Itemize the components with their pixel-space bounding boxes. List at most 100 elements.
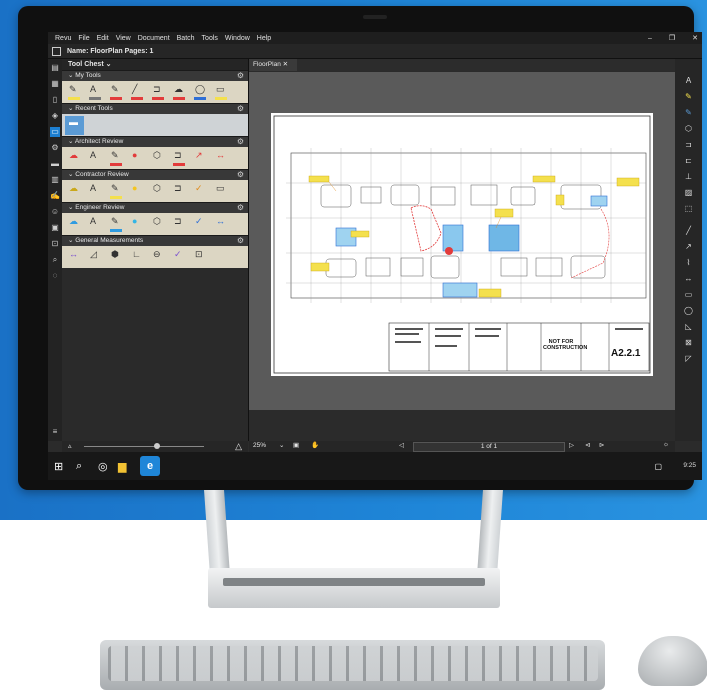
dimension-icon[interactable]: ↔ xyxy=(683,273,694,284)
tool-text-box[interactable]: A xyxy=(86,83,105,102)
gear-icon[interactable]: ⚙ xyxy=(237,137,244,147)
tool-stamp-yellow[interactable]: ▭ xyxy=(212,182,231,201)
tool-volume[interactable]: ✓ xyxy=(170,248,189,267)
section-recent-tools[interactable]: ⌄ Recent Tools ⚙ xyxy=(62,103,248,114)
tool-chest-icon[interactable]: ▭ xyxy=(50,127,60,137)
tool-callout-blue[interactable]: ⊐ xyxy=(170,215,189,234)
slider-track[interactable] xyxy=(84,446,204,447)
close-icon[interactable]: ✕ xyxy=(692,34,698,42)
document-icon[interactable] xyxy=(52,46,61,56)
sketch-icon[interactable]: ◸ xyxy=(683,353,694,364)
tool-ellipse[interactable]: ◯ xyxy=(191,83,210,102)
area-icon[interactable]: ⊠ xyxy=(683,337,694,348)
section-general-measurements[interactable]: ⌄ General Measurements ⚙ xyxy=(62,235,248,246)
forward-icon[interactable]: ⊳ xyxy=(599,441,604,449)
studio-icon[interactable]: ☺ xyxy=(50,207,60,217)
search-icon[interactable]: ⌕ xyxy=(76,460,82,473)
tool-highlight[interactable]: ✎ xyxy=(65,83,84,102)
prev-page-icon[interactable]: ◁ xyxy=(399,441,404,449)
floor-plan-sheet[interactable]: NOT FOR CONSTRUCTION A2.2.1 xyxy=(271,113,653,376)
markups-icon[interactable]: ▬ xyxy=(50,159,60,169)
menu-file[interactable]: File xyxy=(78,35,89,42)
tool-area[interactable]: ◿ xyxy=(86,248,105,267)
snapshot-icon[interactable]: ⬚ xyxy=(683,203,694,214)
menu-view[interactable]: View xyxy=(116,35,131,42)
image-icon[interactable]: ▨ xyxy=(683,187,694,198)
tool-angle[interactable]: ∟ xyxy=(128,248,147,267)
document-canvas[interactable]: NOT FOR CONSTRUCTION A2.2.1 xyxy=(249,72,675,410)
tool-cloud[interactable]: ☁ xyxy=(170,83,189,102)
menu-window[interactable]: Window xyxy=(225,35,250,42)
stamp-icon[interactable]: ⊥ xyxy=(683,171,694,182)
tool-highlight-blue[interactable]: ✎ xyxy=(107,215,126,234)
revu-app-icon[interactable]: e xyxy=(140,456,160,476)
tool-callout[interactable]: ⊐ xyxy=(149,83,168,102)
bookmarks-icon[interactable]: ▯ xyxy=(50,95,60,105)
section-engineer-review[interactable]: ⌄ Engineer Review ⚙ xyxy=(62,202,248,213)
tool-callout-red[interactable]: ⊐ xyxy=(170,149,189,168)
tool-text-yellow[interactable]: A xyxy=(86,182,105,201)
notification-icon[interactable]: ▢ xyxy=(654,462,662,471)
menu-document[interactable]: Document xyxy=(138,35,170,42)
tool-check-yellow[interactable]: ✓ xyxy=(191,182,210,201)
tool-callout-yellow[interactable]: ⊐ xyxy=(170,182,189,201)
section-my-tools[interactable]: ⌄ My Tools ⚙ xyxy=(62,70,248,81)
settings-icon[interactable]: ⚙ xyxy=(50,143,60,153)
gear-icon[interactable]: ⚙ xyxy=(237,236,244,246)
tool-circle-red[interactable]: ● xyxy=(128,149,147,168)
tool-size-slider[interactable]: ▵ △ xyxy=(62,441,248,452)
signature-icon[interactable]: ✍ xyxy=(50,191,60,201)
tool-diameter[interactable]: ⊖ xyxy=(149,248,168,267)
tool-highlight-yellow[interactable]: ✎ xyxy=(107,182,126,201)
ellipse-icon[interactable]: ◯ xyxy=(683,305,694,316)
tab-close-icon[interactable]: ✕ xyxy=(283,61,288,68)
menu-edit[interactable]: Edit xyxy=(97,35,109,42)
gear-icon[interactable]: ⚙ xyxy=(237,104,244,114)
measure-icon[interactable]: ▥ xyxy=(50,175,60,185)
tool-perimeter[interactable]: ⊡ xyxy=(191,248,210,267)
tool-dimension-blue[interactable]: ↔ xyxy=(212,215,231,234)
menu-tools[interactable]: Tools xyxy=(202,35,218,42)
gear-icon[interactable]: ⚙ xyxy=(237,203,244,213)
links-icon[interactable]: ⊡ xyxy=(50,239,60,249)
print-icon[interactable]: ▣ xyxy=(50,223,60,233)
next-page-icon[interactable]: ▷ xyxy=(569,441,574,449)
polyline-icon[interactable]: ⌇ xyxy=(683,257,694,268)
textbox-icon[interactable]: ⊏ xyxy=(683,155,694,166)
menu-help[interactable]: Help xyxy=(257,35,271,42)
tool-text[interactable]: A xyxy=(86,149,105,168)
tool-chest-title[interactable]: Tool Chest ⌄ xyxy=(62,59,248,70)
fit-page-icon[interactable]: ▣ xyxy=(293,441,299,449)
layers-icon[interactable]: ◈ xyxy=(50,111,60,121)
page-indicator[interactable]: 1 of 1 xyxy=(413,442,565,452)
menu-batch[interactable]: Batch xyxy=(177,35,195,42)
tool-line[interactable]: ╱ xyxy=(128,83,147,102)
tool-pen[interactable]: ✎ xyxy=(107,83,126,102)
tab-floorplan[interactable]: FloorPlan ✕ xyxy=(249,59,297,71)
tool-highlight-red[interactable]: ✎ xyxy=(107,149,126,168)
section-architect-review[interactable]: ⌄ Architect Review ⚙ xyxy=(62,136,248,147)
arrow-icon[interactable]: ↗ xyxy=(683,241,694,252)
properties-icon[interactable]: ▤ xyxy=(50,63,60,73)
tool-cloud-red[interactable]: ☁ xyxy=(65,149,84,168)
line-icon[interactable]: ╱ xyxy=(683,225,694,236)
tool-polygon[interactable]: ⬡ xyxy=(149,149,168,168)
polygon-icon[interactable]: ◺ xyxy=(683,321,694,332)
menu-revu[interactable]: Revu xyxy=(55,35,71,42)
tool-count[interactable]: ⬢ xyxy=(107,248,126,267)
tool-circle-blue[interactable]: ● xyxy=(128,215,147,234)
highlight-icon[interactable]: ✎ xyxy=(683,91,694,102)
list-icon[interactable]: ≡ xyxy=(50,427,60,437)
chat-icon[interactable]: ◌ xyxy=(50,271,60,281)
tool-check-blue[interactable]: ✓ xyxy=(191,215,210,234)
pen-icon[interactable]: ✎ xyxy=(683,107,694,118)
callout-icon[interactable]: ⊐ xyxy=(683,139,694,150)
back-icon[interactable]: ⊲ xyxy=(585,441,590,449)
brightness-icon[interactable]: ☼ xyxy=(663,441,669,448)
minimize-icon[interactable]: – xyxy=(648,35,652,42)
tool-circle-yellow[interactable]: ● xyxy=(128,182,147,201)
section-contractor-review[interactable]: ⌄ Contractor Review ⚙ xyxy=(62,169,248,180)
tool-text-blue[interactable]: A xyxy=(86,215,105,234)
rectangle-icon[interactable]: ▭ xyxy=(683,289,694,300)
gear-icon[interactable]: ⚙ xyxy=(237,170,244,180)
